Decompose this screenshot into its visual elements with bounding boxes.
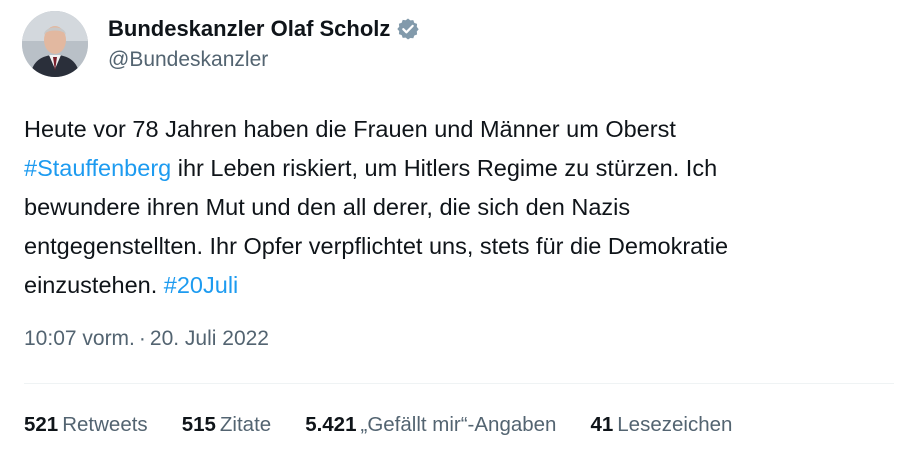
stat-label: Zitate <box>219 413 272 436</box>
author-name-row: Bundeskanzler Olaf Scholz <box>108 14 420 44</box>
tweet-text: Heute vor 78 Jahren haben die Frauen und… <box>24 110 884 305</box>
stat-retweets[interactable]: 521 Retweets <box>24 413 148 437</box>
tweet-text-segment: einzustehen. <box>24 272 164 298</box>
divider <box>24 383 894 384</box>
avatar-image <box>22 11 88 77</box>
stat-label: „Gefällt mir“-Angaben <box>360 413 557 436</box>
stat-count: 515 <box>181 413 216 436</box>
avatar[interactable] <box>22 11 88 77</box>
engagement-stats: 521 Retweets 515 Zitate 5.421 „Gefällt mir“-A… <box>24 413 766 437</box>
tweet-text-line: Heute vor 78 Jahren haben die Frauen und… <box>24 110 884 149</box>
stat-count: 5.421 <box>305 413 357 436</box>
hashtag-link[interactable]: #20Juli <box>164 272 238 298</box>
stat-count: 41 <box>590 413 614 436</box>
tweet-text-segment: bewundere ihren Mut und den all derer, d… <box>24 194 631 220</box>
tweet-date: 20. Juli 2022 <box>149 327 269 350</box>
stat-label: Retweets <box>62 413 148 436</box>
stat-gef-llt-mir-angaben[interactable]: 5.421 „Gefällt mir“-Angaben <box>305 413 556 437</box>
hashtag-link[interactable]: #Stauffenberg <box>24 155 171 181</box>
tweet-timestamp[interactable]: 10:07 vorm. · 20. Juli 2022 <box>24 327 269 351</box>
stat-label: Lesezeichen <box>617 413 733 436</box>
tweet-time: 10:07 vorm. <box>24 327 135 350</box>
author-display-name[interactable]: Bundeskanzler Olaf Scholz <box>108 16 390 42</box>
tweet-text-line: entgegenstellten. Ihr Opfer verpflichtet… <box>24 227 884 266</box>
tweet-text-segment: entgegenstellten. Ihr Opfer verpflichtet… <box>24 233 729 259</box>
tweet-text-line: bewundere ihren Mut und den all derer, d… <box>24 188 884 227</box>
tweet-text-segment: Heute vor 78 Jahren haben die Frauen und… <box>24 116 676 142</box>
stat-zitate[interactable]: 515 Zitate <box>182 413 272 437</box>
timestamp-separator: · <box>138 327 146 350</box>
verified-badge-icon[interactable] <box>396 17 420 41</box>
tweet-text-segment: ihr Leben riskiert, um Hitlers Regime zu… <box>171 155 718 181</box>
stat-lesezeichen[interactable]: 41 Lesezeichen <box>590 413 732 437</box>
tweet-text-line: #Stauffenberg ihr Leben riskiert, um Hit… <box>24 149 884 188</box>
tweet-text-line: einzustehen. #20Juli <box>24 266 884 305</box>
author-handle[interactable]: @Bundeskanzler <box>108 48 268 72</box>
stat-count: 521 <box>24 413 59 436</box>
